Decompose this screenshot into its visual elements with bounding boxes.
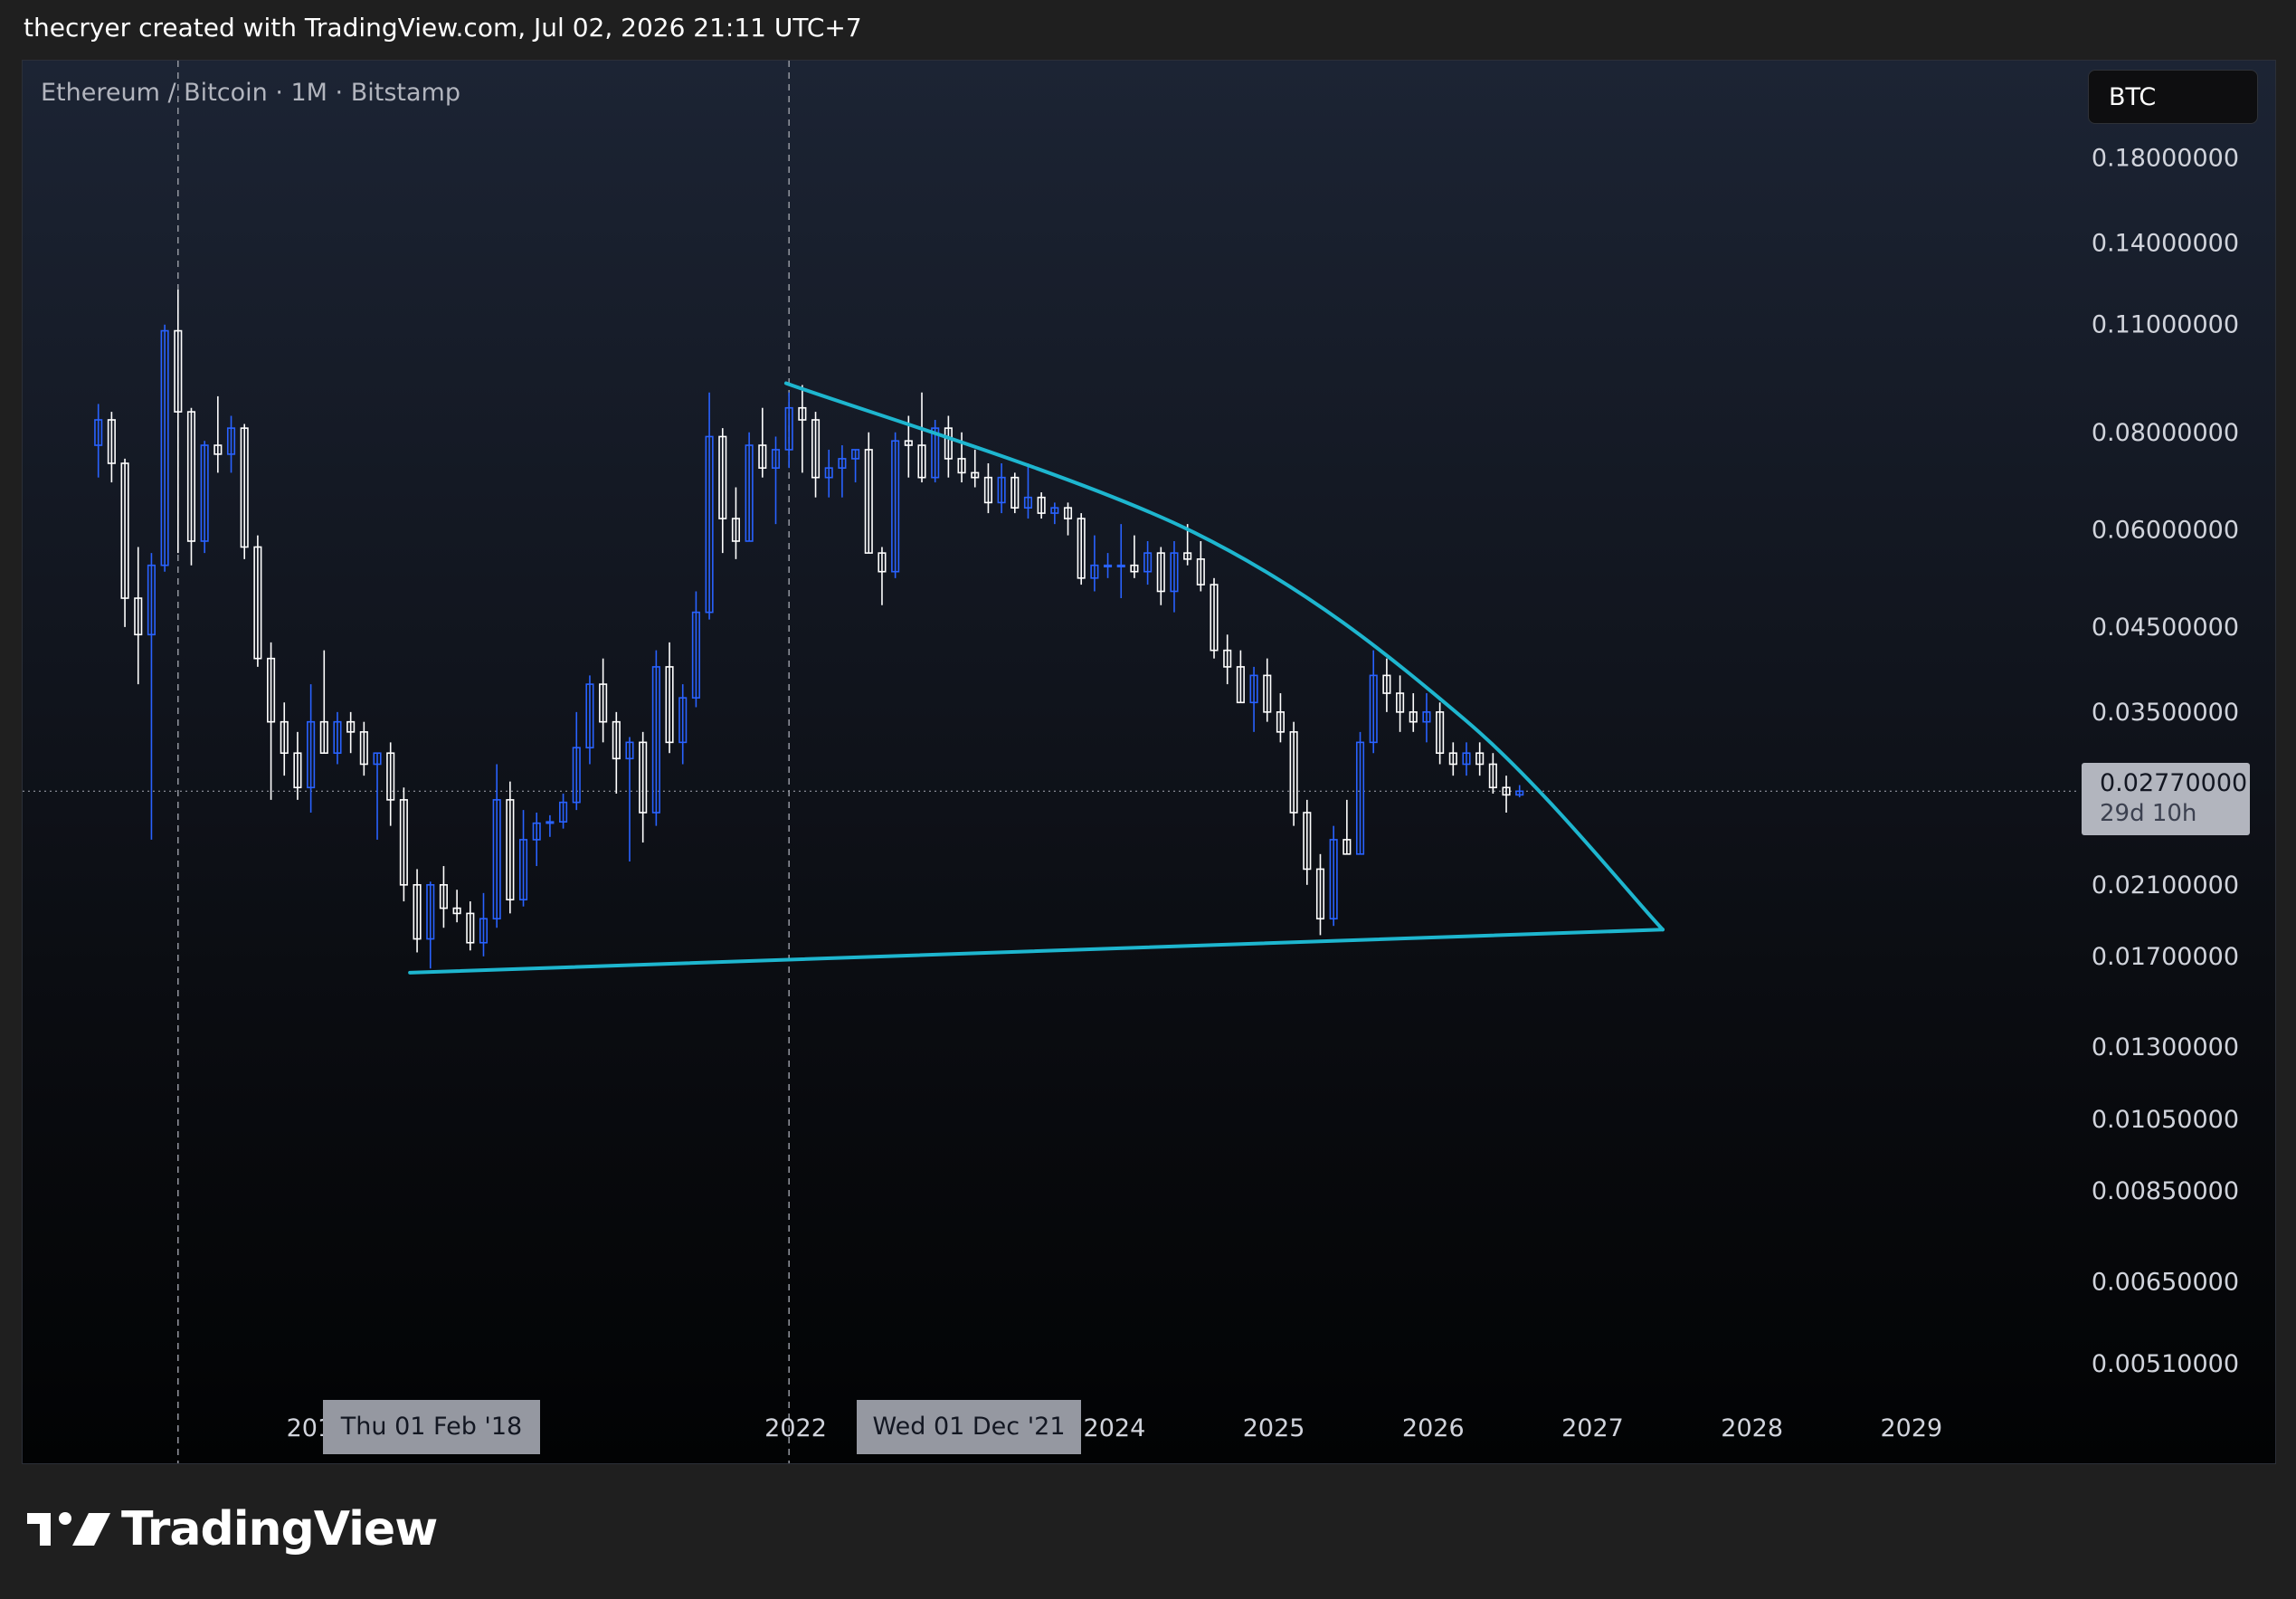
- x-axis-tick-label: 2029: [1880, 1414, 1942, 1442]
- y-axis-tick-label: 0.14000000: [2092, 230, 2239, 258]
- y-axis-tick-label: 0.00650000: [2092, 1268, 2239, 1296]
- bar-countdown: 29d 10h: [2100, 800, 2197, 827]
- chart-attribution: thecryer created with TradingView.com, J…: [24, 13, 862, 43]
- last-price-label: 0.02770000 29d 10h: [2082, 763, 2250, 835]
- crosshair-date-label: Wed 01 Dec '21: [857, 1400, 1081, 1454]
- crosshair-date-label: Thu 01 Feb '18: [323, 1400, 540, 1454]
- x-axis-tick-label: 2022: [764, 1414, 827, 1442]
- y-axis-tick-label: 0.01700000: [2092, 943, 2239, 971]
- chart-panel[interactable]: 0.18000000 0.14000000 0.11000000 0.08000000…: [22, 60, 2276, 1464]
- y-axis-tick-label: 0.00510000: [2092, 1350, 2239, 1378]
- x-axis-tick-label: 2024: [1084, 1414, 1146, 1442]
- y-axis-tick-label: 0.08000000: [2092, 419, 2239, 447]
- candle-body: [1116, 564, 1125, 568]
- currency-badge[interactable]: BTC: [2088, 70, 2258, 124]
- y-axis-tick-label: 0.03500000: [2092, 699, 2239, 727]
- x-axis-tick-label: 2025: [1243, 1414, 1305, 1442]
- last-price-value: 0.02770000: [2100, 769, 2248, 797]
- y-axis-tick-label: 0.06000000: [2092, 516, 2239, 544]
- y-axis-tick-label: 0.00850000: [2092, 1177, 2239, 1205]
- candle-body: [1104, 564, 1113, 568]
- x-axis-tick-label: 2028: [1721, 1414, 1783, 1442]
- y-axis-tick-label: 0.01300000: [2092, 1033, 2239, 1061]
- x-axis-tick-label: 2026: [1402, 1414, 1465, 1442]
- y-axis-tick-label: 0.11000000: [2092, 311, 2239, 339]
- x-axis-tick-label: 2027: [1561, 1414, 1624, 1442]
- candle-body: [546, 821, 555, 824]
- candlestick-chart[interactable]: 0.18000000 0.14000000 0.11000000 0.08000000…: [23, 61, 2275, 1463]
- support-trendline: [408, 928, 1665, 975]
- y-axis-tick-label: 0.04500000: [2092, 614, 2239, 642]
- tradingview-wordmark: TradingView: [121, 1502, 438, 1556]
- y-axis-tick-label: 0.18000000: [2092, 145, 2239, 173]
- y-axis-tick-label: 0.02100000: [2092, 871, 2239, 899]
- tradingview-logo-icon: [27, 1512, 110, 1546]
- y-axis-tick-label: 0.01050000: [2092, 1106, 2239, 1134]
- tradingview-brand: TradingView: [25, 1502, 438, 1556]
- symbol-legend: Ethereum / Bitcoin · 1M · Bitstamp: [41, 79, 460, 107]
